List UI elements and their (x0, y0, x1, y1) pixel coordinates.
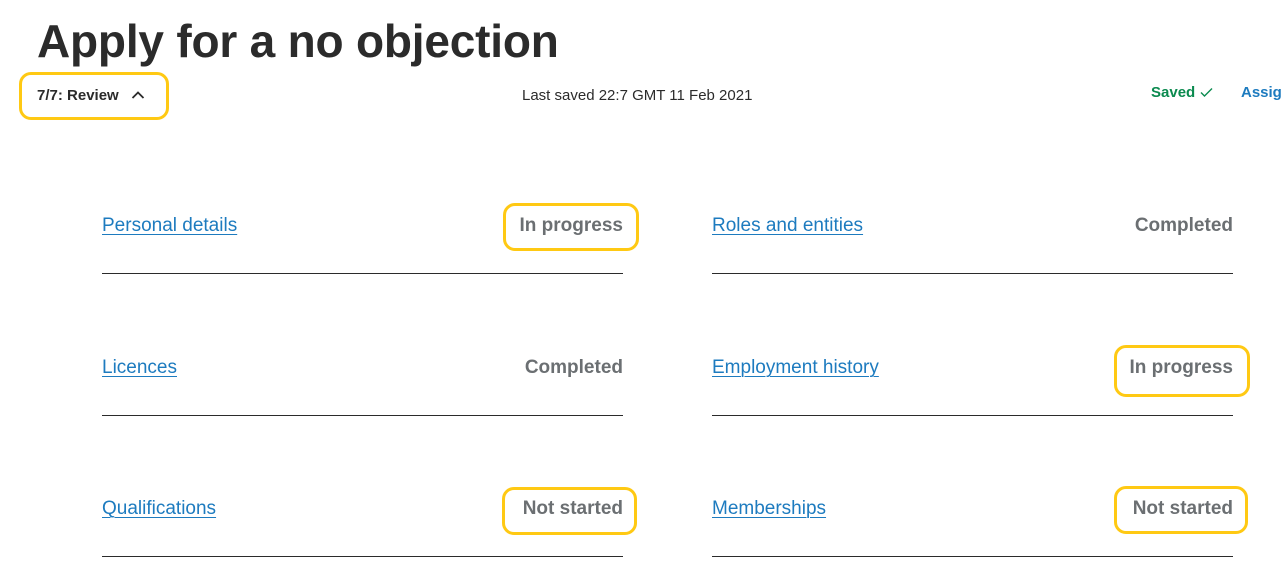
task-status: Completed (524, 357, 623, 378)
task-item-employment-history: Employment history In progress (712, 356, 1233, 416)
task-link[interactable]: Employment history (712, 356, 879, 380)
task-status: Completed (1134, 215, 1233, 236)
assign-link[interactable]: Assig (1241, 84, 1282, 101)
check-icon (1200, 88, 1213, 97)
task-status: In progress (1129, 357, 1233, 378)
task-item-memberships: Memberships Not started (712, 497, 1233, 557)
last-saved-timestamp: Last saved 22:7 GMT 11 Feb 2021 (522, 87, 753, 104)
task-item-roles-and-entities: Roles and entities Completed (712, 214, 1233, 274)
saved-status: Saved (1151, 84, 1213, 101)
task-link[interactable]: Licences (102, 356, 177, 380)
chevron-up-icon (131, 91, 144, 99)
task-status: Not started (1132, 498, 1233, 519)
task-item-qualifications: Qualifications Not started (102, 497, 623, 557)
step-label: 7/7: Review (37, 86, 119, 104)
task-link[interactable]: Qualifications (102, 497, 216, 521)
task-status: In progress (519, 215, 623, 236)
task-item-personal-details: Personal details In progress (102, 214, 623, 274)
task-status: Not started (522, 498, 623, 519)
task-link[interactable]: Personal details (102, 214, 237, 238)
task-link[interactable]: Memberships (712, 497, 826, 521)
saved-label: Saved (1151, 84, 1196, 101)
step-progress-toggle[interactable]: 7/7: Review (37, 84, 145, 106)
page-title: Apply for a no objection (37, 15, 559, 67)
task-link[interactable]: Roles and entities (712, 214, 863, 238)
task-item-licences: Licences Completed (102, 356, 623, 416)
